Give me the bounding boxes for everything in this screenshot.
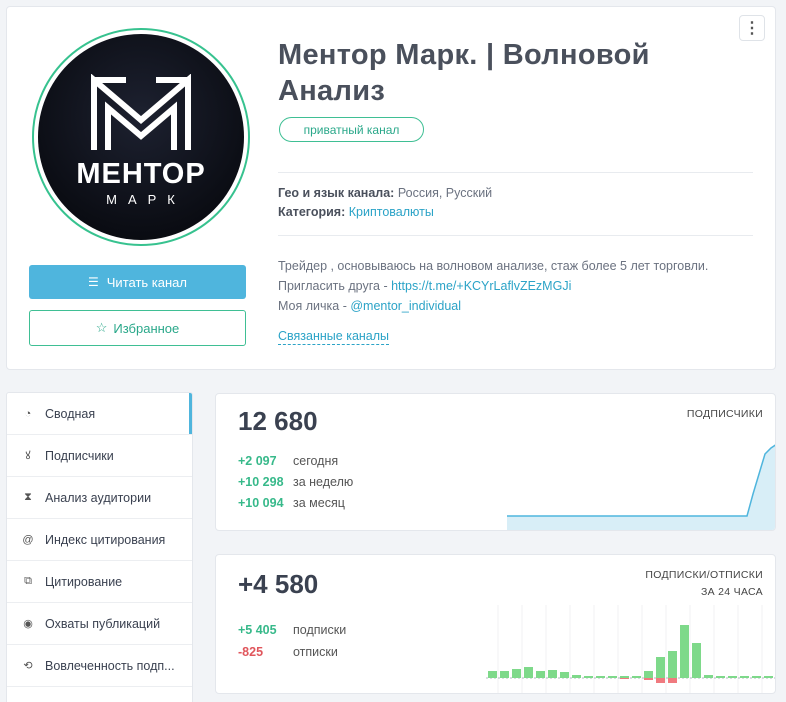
sidebar-item-label: Анализ аудитории bbox=[45, 490, 152, 505]
sidebar-item-citation-index[interactable]: @ Индекс цитирования bbox=[7, 519, 192, 561]
stat-row: +2 097 сегодня bbox=[238, 454, 338, 468]
stat-label: подписки bbox=[293, 623, 347, 637]
at-icon: @ bbox=[22, 533, 34, 546]
stat-label: за неделю bbox=[293, 475, 354, 489]
eye-icon: ◉ bbox=[23, 618, 33, 630]
hourglass-icon: ⧗ bbox=[24, 491, 32, 503]
stat-label: отписки bbox=[293, 645, 338, 659]
invite-link[interactable]: https://t.me/+KCYrLaflvZEzMGJi bbox=[391, 279, 571, 293]
channel-logo: МЕНТОР МАРК bbox=[38, 34, 244, 240]
favorite-label: Избранное bbox=[113, 320, 180, 336]
stat-value: +10 298 bbox=[238, 475, 284, 489]
subs-unsubs-card: +4 580 ПОДПИСКИ/ОТПИСКИ ЗА 24 ЧАСА +5 40… bbox=[215, 554, 776, 694]
subs-unsubs-label: ПОДПИСКИ/ОТПИСКИ bbox=[645, 569, 763, 581]
unsubscribe-bars bbox=[620, 678, 677, 683]
read-channel-button[interactable]: ☰ Читать канал bbox=[29, 265, 246, 299]
sidebar-item-more[interactable]: ◦ bbox=[7, 687, 192, 702]
private-channel-badge: приватный канал bbox=[279, 117, 424, 142]
engagement-icon: ⟲ bbox=[23, 660, 33, 672]
list-icon: ☰ bbox=[88, 275, 99, 289]
logo-sub: МАРК bbox=[106, 191, 186, 207]
growth-line bbox=[507, 444, 775, 517]
logo-word: МЕНТОР bbox=[76, 157, 206, 190]
category-info: Категория: Криптовалюты bbox=[278, 205, 434, 219]
read-channel-label: Читать канал bbox=[106, 274, 187, 290]
stat-value: +2 097 bbox=[238, 454, 277, 468]
subscribe-bars bbox=[488, 625, 773, 678]
stat-row: +5 405 подписки bbox=[238, 623, 346, 637]
desc-text: Моя личка - bbox=[278, 299, 351, 313]
copy-icon: ⧉ bbox=[24, 575, 32, 587]
growth-area bbox=[507, 445, 775, 530]
subs-unsubs-bar-chart bbox=[486, 605, 775, 693]
desc-line: Моя личка - @mentor_individual bbox=[278, 296, 708, 316]
kebab-icon: ⋮ bbox=[744, 20, 760, 37]
star-icon: ☆ bbox=[95, 320, 108, 335]
sidebar-item-label: Цитирование bbox=[45, 574, 123, 589]
sidebar-item-label: Сводная bbox=[45, 406, 96, 421]
stat-label: сегодня bbox=[293, 454, 339, 468]
channel-title: Ментор Марк. | Волновой Анализ bbox=[278, 39, 650, 107]
sidebar-item-label: Охваты публикаций bbox=[45, 616, 161, 631]
subscribers-label: ПОДПИСЧИКИ bbox=[686, 408, 763, 420]
sidebar-item-subscribers[interactable]: ꙋ Подписчики bbox=[7, 435, 192, 477]
sidebar-item-engagement[interactable]: ⟲ Вовлеченность подп... bbox=[7, 645, 192, 687]
subscribers-total: 12 680 bbox=[238, 406, 318, 436]
geo-label: Гео и язык канала: bbox=[278, 186, 395, 200]
sidebar-item-citation[interactable]: ⧉ Цитирование bbox=[7, 561, 192, 603]
related-channels-link[interactable]: Связанные каналы bbox=[278, 329, 390, 345]
geo-info: Гео и язык канала: Россия, Русский bbox=[278, 186, 492, 200]
stat-row: +10 094 за месяц bbox=[238, 496, 345, 510]
sidebar-item-label: Подписчики bbox=[45, 448, 114, 463]
users-icon: ꙋ bbox=[25, 450, 31, 462]
desc-text: Пригласить друга - bbox=[278, 279, 392, 293]
sidebar-nav: ◔ Сводная ꙋ Подписчики ⧗ Анализ аудитории @… bbox=[6, 392, 193, 702]
sidebar-item-label: Вовлеченность подп... bbox=[45, 658, 175, 673]
stat-label: за месяц bbox=[293, 496, 345, 510]
sidebar-item-label: Индекс цитирования bbox=[45, 532, 166, 547]
desc-line: Пригласить друга - https://t.me/+KCYrLaf… bbox=[278, 276, 708, 296]
divider bbox=[278, 235, 753, 236]
chart-grid bbox=[497, 605, 763, 693]
subs-unsubs-total: +4 580 bbox=[238, 569, 319, 599]
category-label: Категория: bbox=[278, 205, 346, 219]
category-link[interactable]: Криптовалюты bbox=[349, 205, 434, 219]
channel-profile-card: ⋮ МЕНТОР МАРК ☰ Читать канал ☆ Избранное… bbox=[6, 6, 776, 370]
desc-line: Трейдер , основываюсь на волновом анализ… bbox=[278, 259, 709, 273]
pie-icon: ◔ bbox=[24, 407, 32, 420]
stat-value: -825 bbox=[238, 645, 264, 659]
sidebar-item-audience[interactable]: ⧗ Анализ аудитории bbox=[7, 477, 192, 519]
stat-row: -825 отписки bbox=[238, 645, 338, 659]
favorite-button[interactable]: ☆ Избранное bbox=[29, 310, 246, 346]
divider bbox=[278, 172, 753, 173]
stat-value: +5 405 bbox=[238, 623, 277, 637]
stat-value: +10 094 bbox=[238, 496, 284, 510]
mm-logo-icon bbox=[91, 73, 191, 150]
stat-row: +10 298 за неделю bbox=[238, 475, 353, 489]
channel-avatar: МЕНТОР МАРК bbox=[32, 28, 250, 246]
period-label: ЗА 24 ЧАСА bbox=[701, 586, 763, 598]
channel-description: Трейдер , основываюсь на волновом анализ… bbox=[278, 256, 708, 316]
subscribers-growth-chart bbox=[507, 444, 775, 530]
sidebar-item-reach[interactable]: ◉ Охваты публикаций bbox=[7, 603, 192, 645]
sidebar-item-summary[interactable]: ◔ Сводная bbox=[7, 393, 192, 435]
geo-value: Россия, Русский bbox=[397, 186, 493, 200]
subscribers-card: 12 680 ПОДПИСЧИКИ +2 097 сегодня +10 298 з… bbox=[215, 393, 776, 531]
contact-link[interactable]: @mentor_individual bbox=[350, 299, 461, 313]
